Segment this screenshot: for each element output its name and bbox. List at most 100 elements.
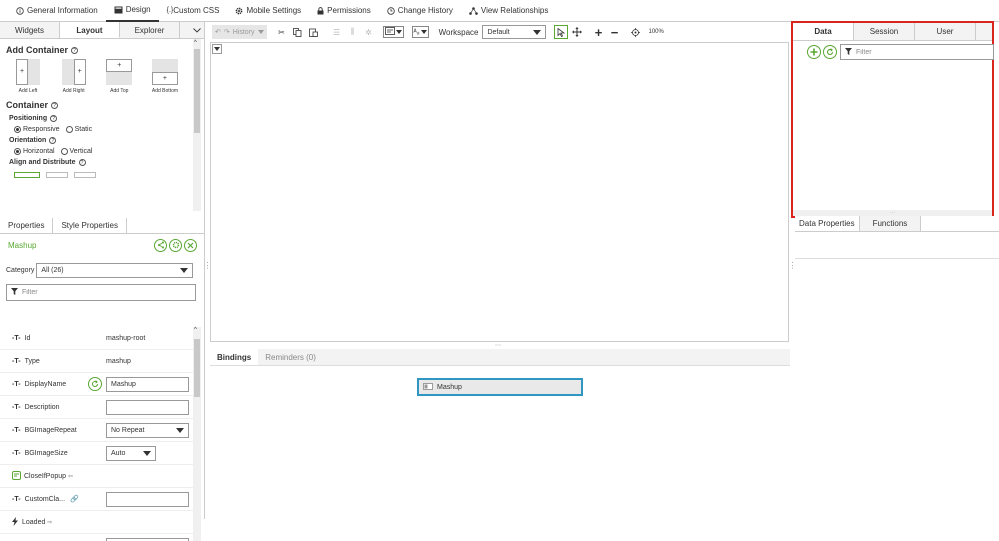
tab-properties[interactable]: Properties — [0, 218, 54, 233]
scroll-up-icon[interactable]: ^ — [194, 40, 197, 46]
scrollbar-thumb[interactable] — [194, 339, 200, 397]
layout-scrollbar[interactable]: ^ — [193, 39, 201, 211]
horizontal-splitter-handle[interactable]: ⋯ — [495, 342, 501, 349]
tab-design[interactable]: Design — [105, 0, 159, 22]
zoom-in-icon[interactable]: + — [591, 25, 605, 40]
link-icon[interactable]: 🔗 — [70, 495, 79, 503]
tab-explorer[interactable]: Explorer — [120, 22, 180, 38]
radio-responsive[interactable]: Responsive — [14, 126, 60, 133]
close-icon[interactable] — [184, 238, 197, 252]
chevron-down-icon[interactable] — [190, 22, 204, 38]
displayname-input[interactable]: Mashup — [106, 376, 189, 392]
tab-user[interactable]: User — [915, 23, 976, 40]
undo-icon[interactable]: ↶ — [215, 28, 221, 36]
distribute-icon[interactable]: ⫼ — [346, 25, 360, 39]
radio-indicator[interactable] — [14, 148, 21, 155]
add-left-button[interactable]: + Add Left — [10, 59, 46, 94]
tab-mobile-settings[interactable]: Mobile Settings — [227, 0, 309, 22]
text-type-icon: -T- — [12, 495, 21, 503]
mashup-canvas[interactable] — [210, 42, 789, 342]
zoom-fit-icon[interactable] — [628, 25, 642, 39]
positioning-heading: Positioning ? — [9, 115, 187, 122]
tab-session[interactable]: Session — [854, 23, 915, 40]
cut-icon[interactable]: ✂ — [275, 25, 289, 39]
radio-vertical-label: Vertical — [69, 148, 93, 155]
add-bottom-button[interactable]: + Add Bottom — [147, 59, 183, 94]
scrollbar-thumb[interactable] — [194, 49, 200, 133]
canvas-dropdown-toggle[interactable] — [212, 44, 222, 54]
positioning-radios: Responsive Static — [14, 126, 187, 133]
bgimagesize-select[interactable]: Auto — [106, 445, 156, 461]
workspace-select[interactable]: Default — [482, 25, 547, 39]
align-option[interactable] — [14, 172, 40, 178]
bgimagerepeat-select[interactable]: No Repeat — [106, 422, 189, 438]
event-arrow-icon[interactable]: ⇨ — [47, 519, 52, 526]
preview-dropdown[interactable] — [382, 26, 404, 38]
mashup-binding-node[interactable]: Mashup — [417, 378, 583, 396]
settings-gear-icon[interactable] — [169, 238, 182, 252]
tab-data[interactable]: Data — [793, 23, 854, 40]
refresh-icon[interactable] — [823, 45, 837, 59]
align-option[interactable] — [46, 172, 68, 178]
help-icon[interactable]: ? — [71, 46, 78, 54]
properties-filter-input[interactable] — [22, 289, 162, 296]
tab-general-information[interactable]: General Information — [8, 0, 106, 22]
tab-widgets[interactable]: Widgets — [0, 22, 60, 38]
snap-icon[interactable]: ✲ — [362, 25, 376, 39]
property-name: Type — [24, 357, 40, 365]
help-icon[interactable]: ? — [51, 101, 59, 109]
redo-icon[interactable]: ↷ — [224, 28, 230, 36]
radio-vertical[interactable]: Vertical — [60, 148, 93, 155]
data-filter-input[interactable] — [856, 48, 993, 56]
radio-static[interactable]: Static — [65, 126, 92, 133]
data-panel: Data Session User ⋯ — [791, 21, 994, 218]
align-icon[interactable]: ☰ — [330, 25, 344, 39]
zoom-out-icon[interactable]: − — [607, 25, 621, 40]
tab-data-properties[interactable]: Data Properties — [795, 216, 860, 231]
tab-custom-css[interactable]: {.} Custom CSS — [159, 0, 228, 22]
tab-change-history[interactable]: Change History — [379, 0, 461, 22]
bindings-tabs: Bindings Reminders (0) — [210, 349, 790, 366]
copy-icon[interactable] — [291, 25, 305, 39]
scroll-up-icon[interactable]: ^ — [194, 327, 197, 333]
radio-horizontal[interactable]: Horizontal — [14, 148, 55, 155]
info-icon — [16, 6, 27, 15]
radio-indicator[interactable] — [65, 126, 73, 133]
filter-icon — [845, 47, 852, 57]
history-control[interactable]: ↶ ↷ History — [212, 25, 267, 39]
align-option[interactable] — [74, 172, 96, 178]
radio-indicator[interactable] — [60, 148, 68, 155]
customclass-input[interactable] — [106, 491, 189, 507]
description-input[interactable] — [106, 399, 189, 415]
add-top-button[interactable]: + Add Top — [101, 59, 137, 94]
tab-reminders[interactable]: Reminders (0) — [258, 349, 323, 365]
refresh-icon[interactable] — [88, 377, 102, 391]
paste-icon[interactable] — [307, 25, 321, 39]
tab-bindings[interactable]: Bindings — [210, 349, 259, 365]
help-icon[interactable]: ? — [78, 159, 86, 166]
properties-list: -T- Id mashup-root -T- Type mashup -T- Disp… — [0, 327, 193, 541]
share-icon[interactable] — [154, 238, 167, 252]
event-arrow-icon[interactable]: ⇦ — [68, 473, 73, 480]
language-dropdown[interactable]: ᴬ₈ — [411, 26, 429, 38]
property-row-displayname: -T- DisplayName Mashup — [0, 373, 193, 396]
category-select[interactable]: All (26) — [36, 263, 194, 278]
pan-icon[interactable] — [570, 25, 584, 39]
data-filter[interactable] — [840, 44, 994, 60]
tab-functions[interactable]: Functions — [859, 216, 922, 231]
help-icon[interactable]: ? — [50, 115, 58, 122]
radio-indicator[interactable] — [14, 126, 21, 133]
add-icon[interactable] — [807, 45, 821, 59]
add-right-button[interactable]: + Add Right — [56, 59, 92, 94]
tab-design-label: Design — [125, 5, 151, 14]
tab-view-relationships[interactable]: View Relationships — [461, 0, 556, 22]
help-icon[interactable]: ? — [49, 137, 57, 144]
tab-layout[interactable]: Layout — [60, 22, 120, 38]
property-row-id: -T- Id mashup-root — [0, 327, 193, 350]
displayname-value: Mashup — [111, 380, 136, 388]
select-pointer-icon[interactable] — [554, 25, 569, 39]
properties-scrollbar[interactable]: ^ — [193, 327, 201, 541]
properties-filter[interactable] — [6, 284, 196, 301]
tab-style-properties[interactable]: Style Properties — [53, 218, 127, 233]
tab-permissions[interactable]: Permissions — [309, 0, 379, 22]
